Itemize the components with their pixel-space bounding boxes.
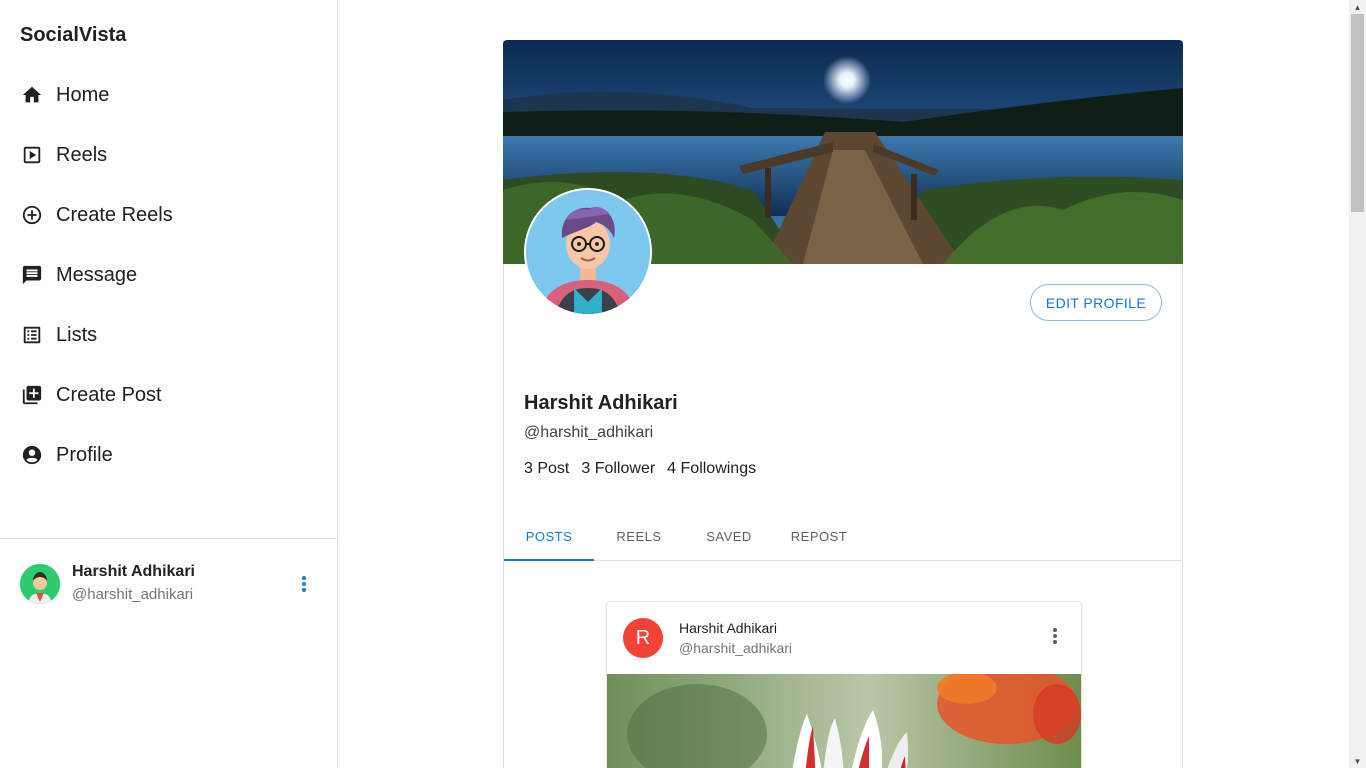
sidebar-item-label: Message	[56, 263, 138, 286]
list-icon	[21, 324, 43, 346]
sidebar-divider	[0, 538, 337, 539]
tab-reels[interactable]: REELS	[594, 512, 684, 560]
profile-icon	[21, 444, 43, 466]
sidebar-item-label: Create Post	[56, 383, 162, 406]
more-vert-icon[interactable]	[1045, 624, 1065, 648]
edit-profile-button[interactable]: EDIT PROFILE	[1030, 284, 1162, 321]
sidebar-nav: Home Reels Create Reels Message Lists Cr…	[0, 65, 337, 485]
profile-stats: 3 Post 3 Follower 4 Followings	[524, 460, 756, 478]
post-author[interactable]: Harshit Adhikari	[679, 620, 777, 636]
sidebar-item-label: Create Reels	[56, 203, 173, 226]
add-circle-icon	[21, 204, 43, 226]
scroll-up-arrow-icon[interactable]: ▲	[1349, 0, 1366, 14]
following-count[interactable]: 4 Followings	[667, 460, 756, 478]
profile-name: Harshit Adhikari	[524, 392, 678, 414]
avatar	[20, 564, 60, 604]
sidebar-user-info: Harshit Adhikari @harshit_adhikari	[72, 562, 195, 606]
sidebar-user-name: Harshit Adhikari	[72, 563, 195, 580]
home-icon	[21, 84, 43, 106]
tab-repost[interactable]: REPOST	[774, 512, 864, 560]
post-card: R Harshit Adhikari @harshit_adhikari	[606, 601, 1082, 768]
post-avatar[interactable]: R	[623, 618, 663, 658]
sidebar-item-create-reels[interactable]: Create Reels	[0, 185, 337, 245]
profile-tabs: POSTS REELS SAVED REPOST	[504, 512, 1183, 561]
sidebar-item-label: Lists	[56, 323, 98, 346]
sidebar-item-message[interactable]: Message	[0, 245, 337, 305]
post-image[interactable]	[607, 674, 1081, 768]
profile-avatar[interactable]	[524, 188, 652, 316]
sidebar-user-card[interactable]: Harshit Adhikari @harshit_adhikari	[20, 562, 320, 606]
post-header: R Harshit Adhikari @harshit_adhikari	[607, 602, 1081, 674]
reels-icon	[21, 144, 43, 166]
profile-handle: @harshit_adhikari	[524, 424, 654, 441]
sidebar-item-home[interactable]: Home	[0, 65, 337, 125]
scroll-down-arrow-icon[interactable]: ▼	[1349, 754, 1366, 768]
sidebar-user-handle: @harshit_adhikari	[72, 586, 194, 603]
scroll-thumb[interactable]	[1351, 14, 1364, 212]
post-handle: @harshit_adhikari	[679, 640, 793, 656]
profile-card: EDIT PROFILE Harshit Adhikari @harshit_a…	[503, 40, 1183, 768]
sidebar-item-label: Profile	[56, 443, 113, 466]
add-post-icon	[21, 384, 43, 406]
more-vert-icon[interactable]	[294, 572, 314, 596]
follower-count[interactable]: 3 Follower	[581, 460, 655, 478]
sidebar-item-profile[interactable]: Profile	[0, 425, 337, 485]
tab-posts[interactable]: POSTS	[504, 512, 594, 561]
tab-saved[interactable]: SAVED	[684, 512, 774, 560]
brand-logo[interactable]: SocialVista	[20, 24, 126, 47]
page-scrollbar[interactable]: ▲ ▼	[1349, 0, 1366, 768]
sidebar-item-lists[interactable]: Lists	[0, 305, 337, 365]
sidebar-item-label: Home	[56, 83, 110, 106]
sidebar-item-reels[interactable]: Reels	[0, 125, 337, 185]
sidebar-item-label: Reels	[56, 143, 108, 166]
sidebar-item-create-post[interactable]: Create Post	[0, 365, 337, 425]
sidebar: SocialVista Home Reels Create Reels Mess…	[0, 0, 338, 768]
post-count[interactable]: 3 Post	[524, 460, 569, 478]
message-icon	[21, 264, 43, 286]
